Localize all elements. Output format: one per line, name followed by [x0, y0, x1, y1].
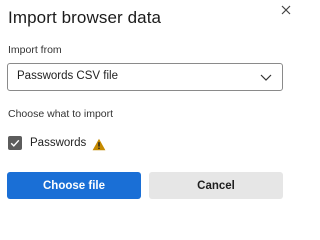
- passwords-checkbox[interactable]: [8, 136, 22, 150]
- checkmark-icon: [10, 139, 20, 147]
- cancel-button[interactable]: Cancel: [149, 172, 283, 199]
- close-icon: [281, 5, 291, 15]
- import-source-value: Passwords CSV file: [17, 70, 118, 82]
- choose-file-button[interactable]: Choose file: [7, 172, 141, 199]
- choose-what-to-import-label: Choose what to import: [8, 108, 114, 120]
- dialog-title: Import browser data: [8, 8, 162, 27]
- import-from-label: Import from: [8, 44, 62, 56]
- close-button[interactable]: [280, 3, 292, 15]
- import-source-select[interactable]: Passwords CSV file: [7, 63, 283, 91]
- passwords-checkbox-label: Passwords: [30, 137, 87, 149]
- chevron-down-icon: [260, 74, 272, 81]
- warning-icon: [92, 138, 106, 151]
- import-browser-data-dialog: Import browser data Import from Password…: [0, 0, 300, 209]
